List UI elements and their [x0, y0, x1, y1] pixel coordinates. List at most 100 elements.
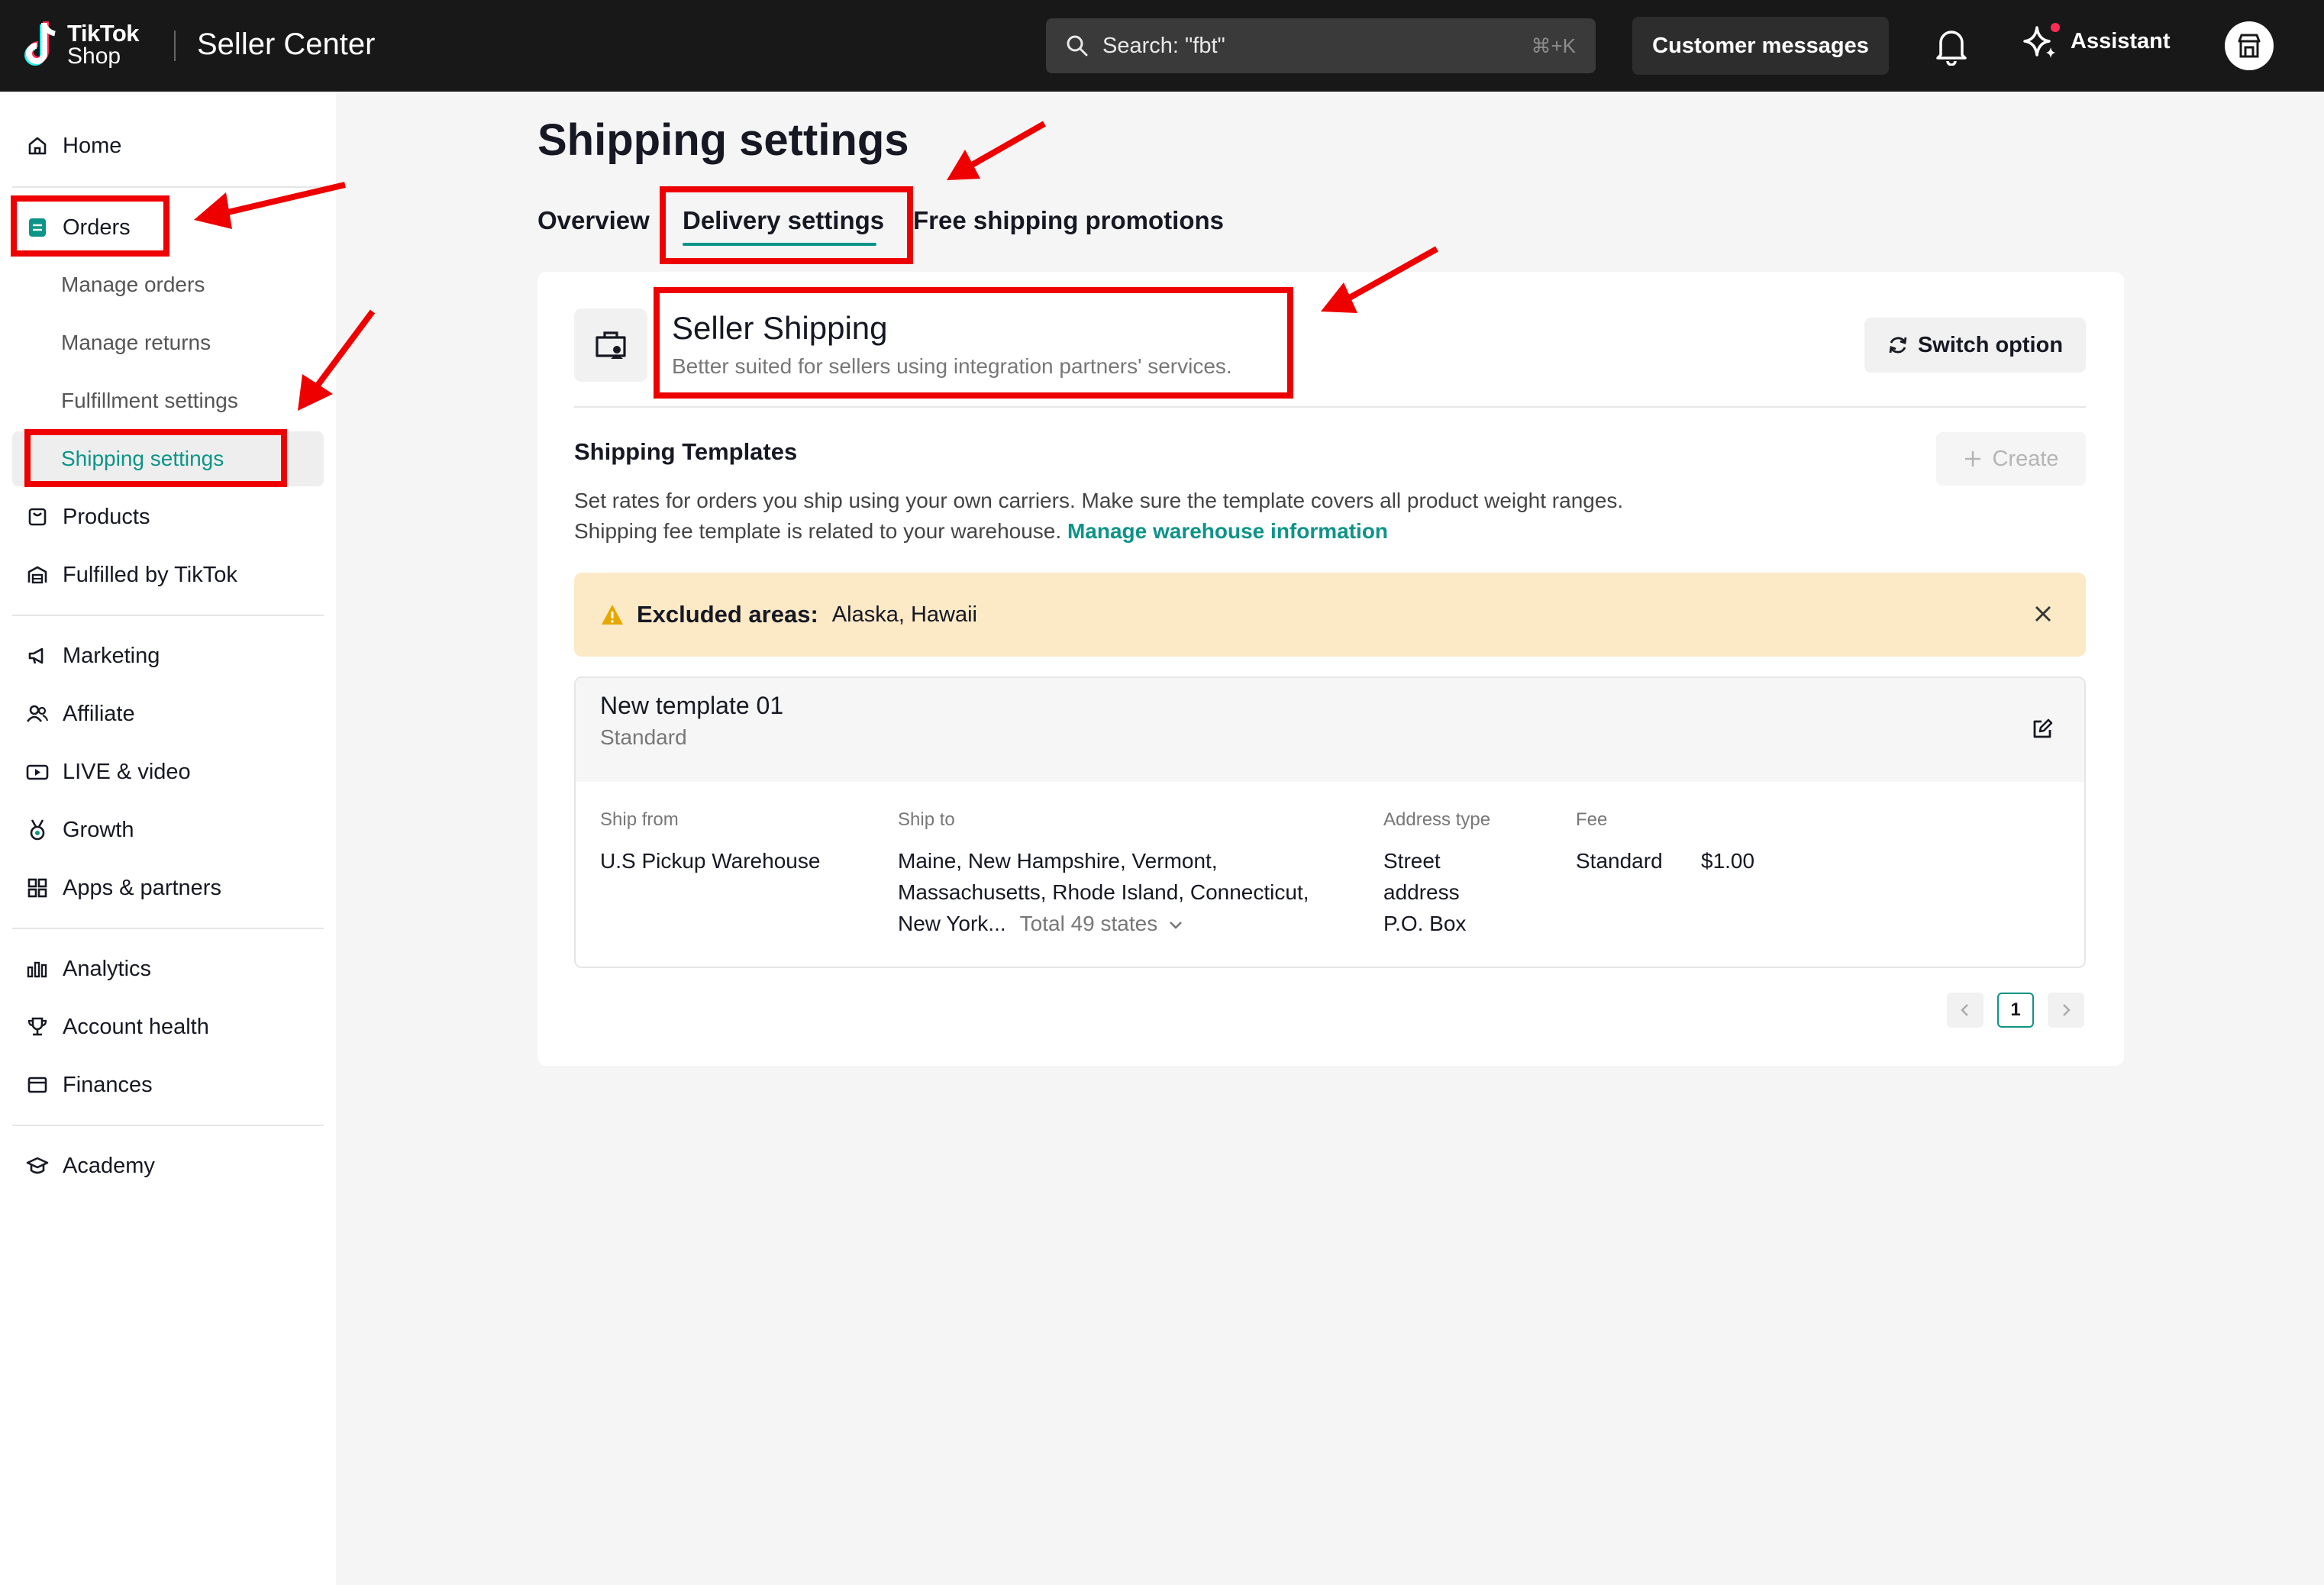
- template-card-header: New template 01 Standard: [576, 678, 2084, 782]
- sidebar-item-label: Fulfilled by TikTok: [63, 562, 237, 587]
- store-icon: [2238, 34, 2261, 58]
- edit-icon[interactable]: [2031, 718, 2054, 741]
- search-icon: [1067, 35, 1088, 56]
- seller-shipping-icon: [574, 308, 647, 382]
- annotation-arrow: [947, 121, 1046, 180]
- excluded-areas-alert: Excluded areas: Alaska, Hawaii: [574, 573, 2086, 657]
- template-name: New template 01: [600, 692, 784, 719]
- sidebar-divider: [12, 928, 324, 929]
- sidebar-item-label: Account health: [63, 1014, 209, 1039]
- warning-icon: [602, 605, 623, 625]
- sidebar-item-account-health[interactable]: Account health: [12, 999, 324, 1054]
- create-label: Create: [1992, 446, 2059, 471]
- sidebar-item-label: Marketing: [63, 643, 160, 668]
- sidebar-item-manage-orders[interactable]: Manage orders: [12, 257, 324, 312]
- video-icon: [26, 760, 49, 783]
- address-type-line: address: [1383, 880, 1460, 904]
- ship-to-line: Massachusetts, Rhode Island, Connecticut…: [898, 880, 1309, 904]
- medal-icon: [26, 818, 49, 841]
- close-icon[interactable]: [2031, 602, 2055, 626]
- ship-to-line: New York...: [898, 912, 1006, 935]
- top-bar: TikTok Shop Seller Center Search: "fbt" …: [0, 0, 2324, 92]
- affiliate-icon: [26, 702, 49, 725]
- page-title: Shipping settings: [537, 115, 909, 165]
- chevron-down-icon: [1170, 922, 1182, 929]
- sidebar-item-label: Home: [63, 133, 122, 158]
- app-title: Seller Center: [197, 27, 376, 61]
- column-header-fee: Fee: [1576, 809, 1608, 830]
- analytics-icon: [26, 957, 49, 980]
- column-header-ship-to: Ship to: [898, 809, 955, 830]
- customer-messages-button[interactable]: Customer messages: [1632, 17, 1889, 75]
- sidebar-item-academy[interactable]: Academy: [12, 1138, 324, 1193]
- sidebar-item-fulfilled-by-tiktok[interactable]: Fulfilled by TikTok: [12, 547, 324, 602]
- sidebar-item-home[interactable]: Home: [12, 118, 324, 173]
- megaphone-icon: [26, 644, 49, 667]
- logo-line2: Shop: [67, 44, 121, 69]
- sidebar-item-label: Analytics: [63, 956, 152, 981]
- sidebar-divider: [12, 615, 324, 616]
- sidebar-item-label: Finances: [63, 1072, 153, 1097]
- template-type: Standard: [600, 725, 687, 749]
- sidebar-item-products[interactable]: Products: [12, 489, 324, 544]
- sidebar-item-label: Apps & partners: [63, 875, 221, 900]
- switch-option-label: Switch option: [1917, 332, 2064, 357]
- sidebar-item-analytics[interactable]: Analytics: [12, 941, 324, 996]
- academy-icon: [26, 1154, 49, 1177]
- apps-icon: [26, 876, 49, 899]
- pagination-next-button[interactable]: [2048, 993, 2084, 1028]
- ship-from-value: U.S Pickup Warehouse: [600, 849, 821, 873]
- sidebar-divider: [12, 1125, 324, 1126]
- annotation-box-delivery-tab: [660, 186, 913, 264]
- excluded-areas-value: Alaska, Hawaii: [831, 602, 977, 627]
- tiktok-logo-icon: [24, 21, 56, 66]
- switch-option-button[interactable]: Switch option: [1864, 318, 2086, 373]
- search-shortcut: ⌘+K: [1531, 34, 1576, 57]
- sidebar-item-label: Growth: [63, 817, 134, 842]
- assistant-label: Assistant: [2071, 28, 2171, 53]
- sidebar-item-apps-partners[interactable]: Apps & partners: [12, 860, 324, 915]
- pagination-prev-button[interactable]: [1947, 993, 1983, 1028]
- home-icon: [26, 134, 49, 157]
- sidebar-item-label: Affiliate: [63, 701, 135, 726]
- annotation-box-orders: [11, 195, 169, 257]
- logo-separator: [174, 31, 176, 61]
- chevron-left-icon: [1961, 1004, 1968, 1016]
- store-avatar[interactable]: [2225, 21, 2274, 70]
- chevron-right-icon: [2063, 1004, 2071, 1016]
- shipping-template-card: New template 01 Standard: [574, 676, 2086, 968]
- warehouse-icon: [26, 563, 49, 586]
- warehouse-note-text: Shipping fee template is related to your…: [574, 519, 1062, 543]
- column-header-address-type: Address type: [1383, 809, 1491, 830]
- pagination-page-1[interactable]: 1: [1997, 993, 2034, 1028]
- ship-to-total-toggle[interactable]: Total 49 states: [1020, 908, 1183, 939]
- sparkle-icon: [2023, 23, 2060, 58]
- plus-icon: [1965, 451, 1981, 466]
- products-icon: [26, 505, 49, 528]
- sidebar-item-manage-returns[interactable]: Manage returns: [12, 315, 324, 370]
- fee-amount-value: $1.00: [1701, 849, 1755, 873]
- card-divider: [574, 406, 2086, 408]
- tiktok-shop-logo[interactable]: TikTok Shop: [23, 20, 140, 70]
- sidebar-item-live-video[interactable]: LIVE & video: [12, 744, 324, 799]
- search-placeholder: Search: "fbt": [1102, 33, 1225, 58]
- sidebar-item-marketing[interactable]: Marketing: [12, 628, 324, 683]
- assistant-button[interactable]: Assistant: [2022, 21, 2171, 61]
- sidebar-item-affiliate[interactable]: Affiliate: [12, 686, 324, 741]
- search-input[interactable]: Search: "fbt" ⌘+K: [1046, 18, 1596, 73]
- tab-free-shipping-promotions[interactable]: Free shipping promotions: [913, 206, 1224, 235]
- annotation-box-shipping-settings: [24, 429, 287, 487]
- manage-warehouse-link[interactable]: Manage warehouse information: [1067, 519, 1388, 543]
- ship-to-value: Maine, New Hampshire, Vermont, Massachus…: [898, 845, 1309, 939]
- templates-description: Set rates for orders you ship using your…: [574, 489, 1624, 512]
- sidebar-divider: [12, 186, 324, 188]
- sidebar-item-growth[interactable]: Growth: [12, 802, 324, 857]
- sidebar-item-finances[interactable]: Finances: [12, 1057, 324, 1112]
- address-type-line: P.O. Box: [1383, 912, 1467, 935]
- bell-icon[interactable]: [1933, 26, 1970, 66]
- tab-overview[interactable]: Overview: [537, 206, 650, 235]
- sidebar-item-fulfillment-settings[interactable]: Fulfillment settings: [12, 373, 324, 428]
- address-type-line: Street: [1383, 849, 1441, 873]
- column-header-ship-from: Ship from: [600, 809, 679, 830]
- create-button[interactable]: Create: [1936, 432, 2086, 486]
